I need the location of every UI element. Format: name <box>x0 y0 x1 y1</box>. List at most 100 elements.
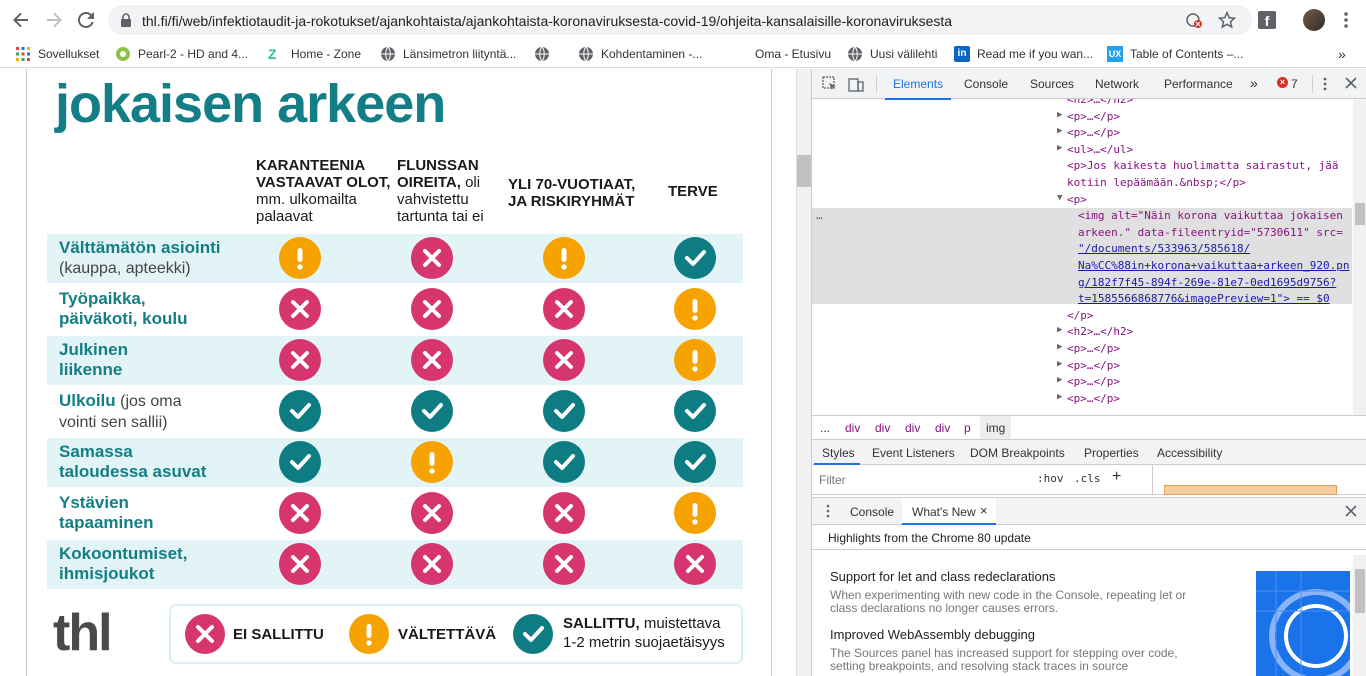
tab-styles[interactable]: Styles <box>822 446 855 460</box>
dom-node-line[interactable]: Na%CC%88in+korona+vaikuttaa+arkeen_920.p… <box>1078 259 1350 272</box>
page-scrollbar[interactable] <box>796 69 811 676</box>
profile-avatar[interactable] <box>1303 9 1325 31</box>
styles-filter-input[interactable] <box>816 470 1026 490</box>
expand-arrow-icon[interactable]: ▶ <box>1057 110 1062 120</box>
device-toolbar-icon[interactable] <box>848 76 864 95</box>
close-devtools-icon[interactable] <box>1344 76 1358 93</box>
dom-node-line[interactable]: "/documents/533963/585618/ <box>1078 242 1250 255</box>
reload-icon[interactable] <box>74 8 98 32</box>
more-tabs-button[interactable]: » <box>1250 75 1258 91</box>
bookmark-apps[interactable]: Sovellukset <box>15 45 99 63</box>
news-item[interactable]: Support for let and class redeclarations… <box>830 569 1210 615</box>
bookmarks-more-button[interactable]: » <box>1338 45 1346 63</box>
dom-node-line[interactable]: ▼ <p> <box>1057 193 1087 206</box>
drawer-tab-whats-new[interactable]: What's New × <box>902 498 996 525</box>
apps-grid-icon <box>15 46 31 62</box>
expand-arrow-icon[interactable]: ▶ <box>1057 342 1062 352</box>
close-drawer-icon[interactable] <box>1344 504 1358 521</box>
tab-console[interactable]: Console <box>964 77 1008 91</box>
drawer-menu-icon[interactable] <box>822 504 834 521</box>
toolbar-divider <box>876 75 877 93</box>
dom-node-line[interactable]: arkeen." data-fileentryid="5730611" src= <box>1078 226 1343 239</box>
row-label: Ulkoilu (jos oma vointi sen sallii) <box>59 391 182 431</box>
hov-toggle[interactable]: :hov <box>1037 472 1064 485</box>
dom-node-line[interactable]: ▶ <h2>…</h2> <box>1057 325 1133 338</box>
inspect-element-icon[interactable] <box>822 76 838 95</box>
forward-icon[interactable] <box>42 8 66 32</box>
tab-event-listeners[interactable]: Event Listeners <box>872 446 955 460</box>
bookmark-kohdentaminen[interactable]: Kohdentaminen -... <box>578 45 702 63</box>
pearl-icon <box>115 46 131 62</box>
dom-node-line[interactable]: <p>Jos kaikesta huolimatta sairastut, jä… <box>1067 159 1339 172</box>
crumb-ellipsis[interactable]: ... <box>820 421 830 435</box>
tab-sources[interactable]: Sources <box>1030 77 1074 91</box>
crumb-div[interactable]: div <box>845 421 860 435</box>
facebook-extension-icon[interactable]: f <box>1258 11 1276 29</box>
dom-node-line[interactable]: </p> <box>1067 309 1094 322</box>
error-count[interactable]: 7 <box>1291 77 1298 91</box>
cls-toggle[interactable]: .cls <box>1074 472 1101 485</box>
bookmark-globe[interactable] <box>534 45 557 63</box>
news-item[interactable]: Improved WebAssembly debugging The Sourc… <box>830 627 1210 673</box>
dom-node-line[interactable]: ▶ <p>…</p> <box>1057 392 1120 405</box>
bookmark-read-me[interactable]: in Read me if you wan... <box>954 45 1093 63</box>
dom-node-line[interactable]: <img alt="Näin korona vaikuttaa jokaisen <box>1078 209 1343 222</box>
tab-properties[interactable]: Properties <box>1084 446 1139 460</box>
expand-arrow-icon[interactable]: ▶ <box>1057 359 1062 369</box>
dom-node-line[interactable]: t=1585566868776&imagePreview=1"> == $0 <box>1078 292 1330 305</box>
star-icon[interactable] <box>1217 10 1237 32</box>
dom-node-line[interactable]: ▶ <p>…</p> <box>1057 110 1120 123</box>
whats-new-scrollbar[interactable] <box>1353 555 1366 676</box>
tab-network[interactable]: Network <box>1095 77 1139 91</box>
bookmark-uusi-valilehti[interactable]: Uusi välilehti <box>847 45 937 63</box>
address-bar[interactable]: thl.fi/fi/web/infektiotaudit-ja-rokotuks… <box>108 5 1252 35</box>
whats-new-thumbnail[interactable] <box>1256 571 1350 676</box>
page-scrollbar-thumb[interactable] <box>797 155 811 187</box>
devtools-menu-icon[interactable] <box>1317 76 1333 95</box>
expand-arrow-icon[interactable]: ▶ <box>1057 375 1062 385</box>
crumb-p[interactable]: p <box>964 421 971 435</box>
blocked-content-icon[interactable] <box>1186 12 1202 31</box>
dom-node-line[interactable]: ▶ <p>…</p> <box>1057 375 1120 388</box>
expand-arrow-icon[interactable]: ▶ <box>1057 143 1062 153</box>
tab-elements[interactable]: Elements <box>884 77 952 100</box>
drawer-tab-console[interactable]: Console <box>850 505 894 519</box>
crumb-div[interactable]: div <box>935 421 950 435</box>
dom-node-line[interactable]: g/182f7f45-894f-269e-81e7-0ed1695d9756? <box>1078 276 1336 289</box>
dom-breadcrumb: ... div div div div p img <box>812 415 1366 440</box>
crumb-img[interactable]: img <box>980 416 1012 439</box>
dom-node-line[interactable]: ▶ <ul>…</ul> <box>1057 143 1133 156</box>
back-icon[interactable] <box>9 8 33 32</box>
tab-accessibility[interactable]: Accessibility <box>1157 446 1222 460</box>
crumb-div[interactable]: div <box>905 421 920 435</box>
dom-node-line[interactable]: <h2>…</h2> <box>1067 99 1133 106</box>
close-tab-icon[interactable]: × <box>980 503 988 518</box>
elements-scrollbar-thumb[interactable] <box>1355 203 1365 225</box>
dom-node-line[interactable]: kotiin lepäämään.&nbsp;</p> <box>1067 176 1246 189</box>
bookmark-zone[interactable]: Z Home - Zone <box>268 45 361 63</box>
tab-dom-breakpoints[interactable]: DOM Breakpoints <box>970 446 1065 460</box>
add-style-rule-icon[interactable]: + <box>1112 468 1121 486</box>
expand-arrow-icon[interactable]: ▶ <box>1057 325 1062 335</box>
tab-performance[interactable]: Performance <box>1164 77 1233 91</box>
dom-node-line[interactable]: ▶ <p>…</p> <box>1057 126 1120 139</box>
dom-node-line[interactable]: ▶ <p>…</p> <box>1057 342 1120 355</box>
error-icon[interactable]: × <box>1277 77 1288 88</box>
browser-menu-icon[interactable] <box>1336 10 1356 30</box>
collapse-arrow-icon[interactable]: ▼ <box>1057 193 1062 203</box>
expand-arrow-icon[interactable]: ▶ <box>1057 126 1062 136</box>
elements-scrollbar[interactable] <box>1353 99 1366 415</box>
linkedin-icon: in <box>954 46 970 62</box>
node-actions-ellipsis[interactable]: … <box>816 209 823 222</box>
dom-node-line[interactable]: ▶ <p>…</p> <box>1057 359 1120 372</box>
bookmark-oma[interactable]: Oma - Etusivu <box>755 45 831 63</box>
not-allowed-icon <box>279 492 321 534</box>
crumb-div[interactable]: div <box>875 421 890 435</box>
bookmark-pearl[interactable]: Pearl-2 - HD and 4... <box>115 45 248 63</box>
row-label: Samassa taloudessa asuvat <box>59 442 207 481</box>
expand-arrow-icon[interactable]: ▶ <box>1057 392 1062 402</box>
bookmark-table-of-contents[interactable]: UX Table of Contents –... <box>1107 45 1243 63</box>
bookmark-lansimetro[interactable]: Länsimetron liityntä... <box>380 45 516 63</box>
pane-divider <box>1152 465 1153 495</box>
whats-new-scrollbar-thumb[interactable] <box>1355 569 1365 613</box>
